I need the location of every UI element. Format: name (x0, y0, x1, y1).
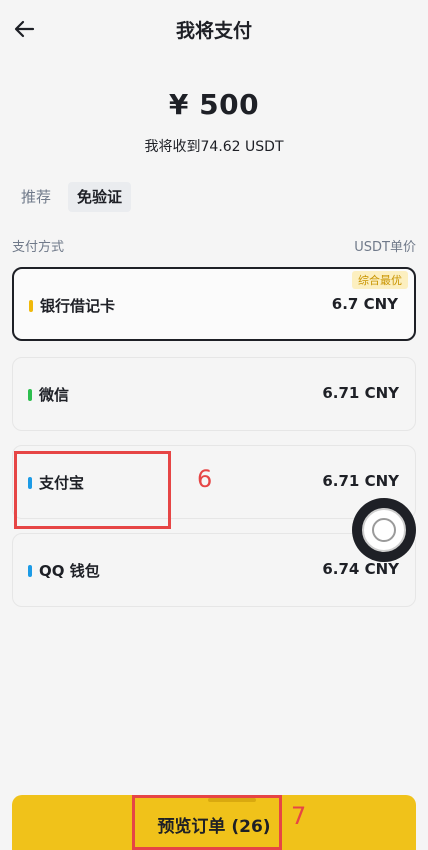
annotation-box-7 (132, 795, 282, 850)
method-name: 银行借记卡 (40, 297, 116, 315)
floating-assistive-button[interactable] (352, 498, 416, 562)
color-indicator (29, 300, 33, 312)
method-name: 微信 (39, 386, 70, 404)
filter-tabs: 推荐 免验证 (12, 182, 132, 212)
method-price: 6.71 CNY (322, 384, 399, 402)
receive-amount: 我将收到74.62 USDT (144, 139, 284, 155)
method-name: QQ 钱包 (39, 562, 100, 580)
header: 我将支付 (0, 0, 428, 58)
annotation-label-7: 7 (291, 802, 307, 830)
color-indicator (28, 565, 32, 577)
assistive-touch-icon (362, 508, 406, 552)
unit-price-header: USDT单价 (354, 240, 416, 255)
payment-method-bank-card[interactable]: 银行借记卡 6.7 CNY 综合最优 (12, 267, 416, 341)
payment-method-wechat[interactable]: 微信 6.71 CNY (12, 357, 416, 431)
method-price: 6.7 CNY (331, 295, 398, 313)
annotation-label-6: 6 (197, 465, 213, 493)
page-title: 我将支付 (175, 20, 252, 42)
method-price: 6.71 CNY (322, 472, 399, 490)
best-overall-badge: 综合最优 (352, 271, 408, 289)
tab-no-verification[interactable]: 免验证 (68, 182, 132, 212)
color-indicator (28, 389, 32, 401)
pay-amount: ¥ 500 (168, 88, 260, 121)
annotation-box-6 (14, 451, 171, 529)
tab-recommended[interactable]: 推荐 (12, 182, 60, 212)
payment-method-header: 支付方式 (12, 240, 65, 255)
method-price: 6.74 CNY (322, 560, 399, 578)
